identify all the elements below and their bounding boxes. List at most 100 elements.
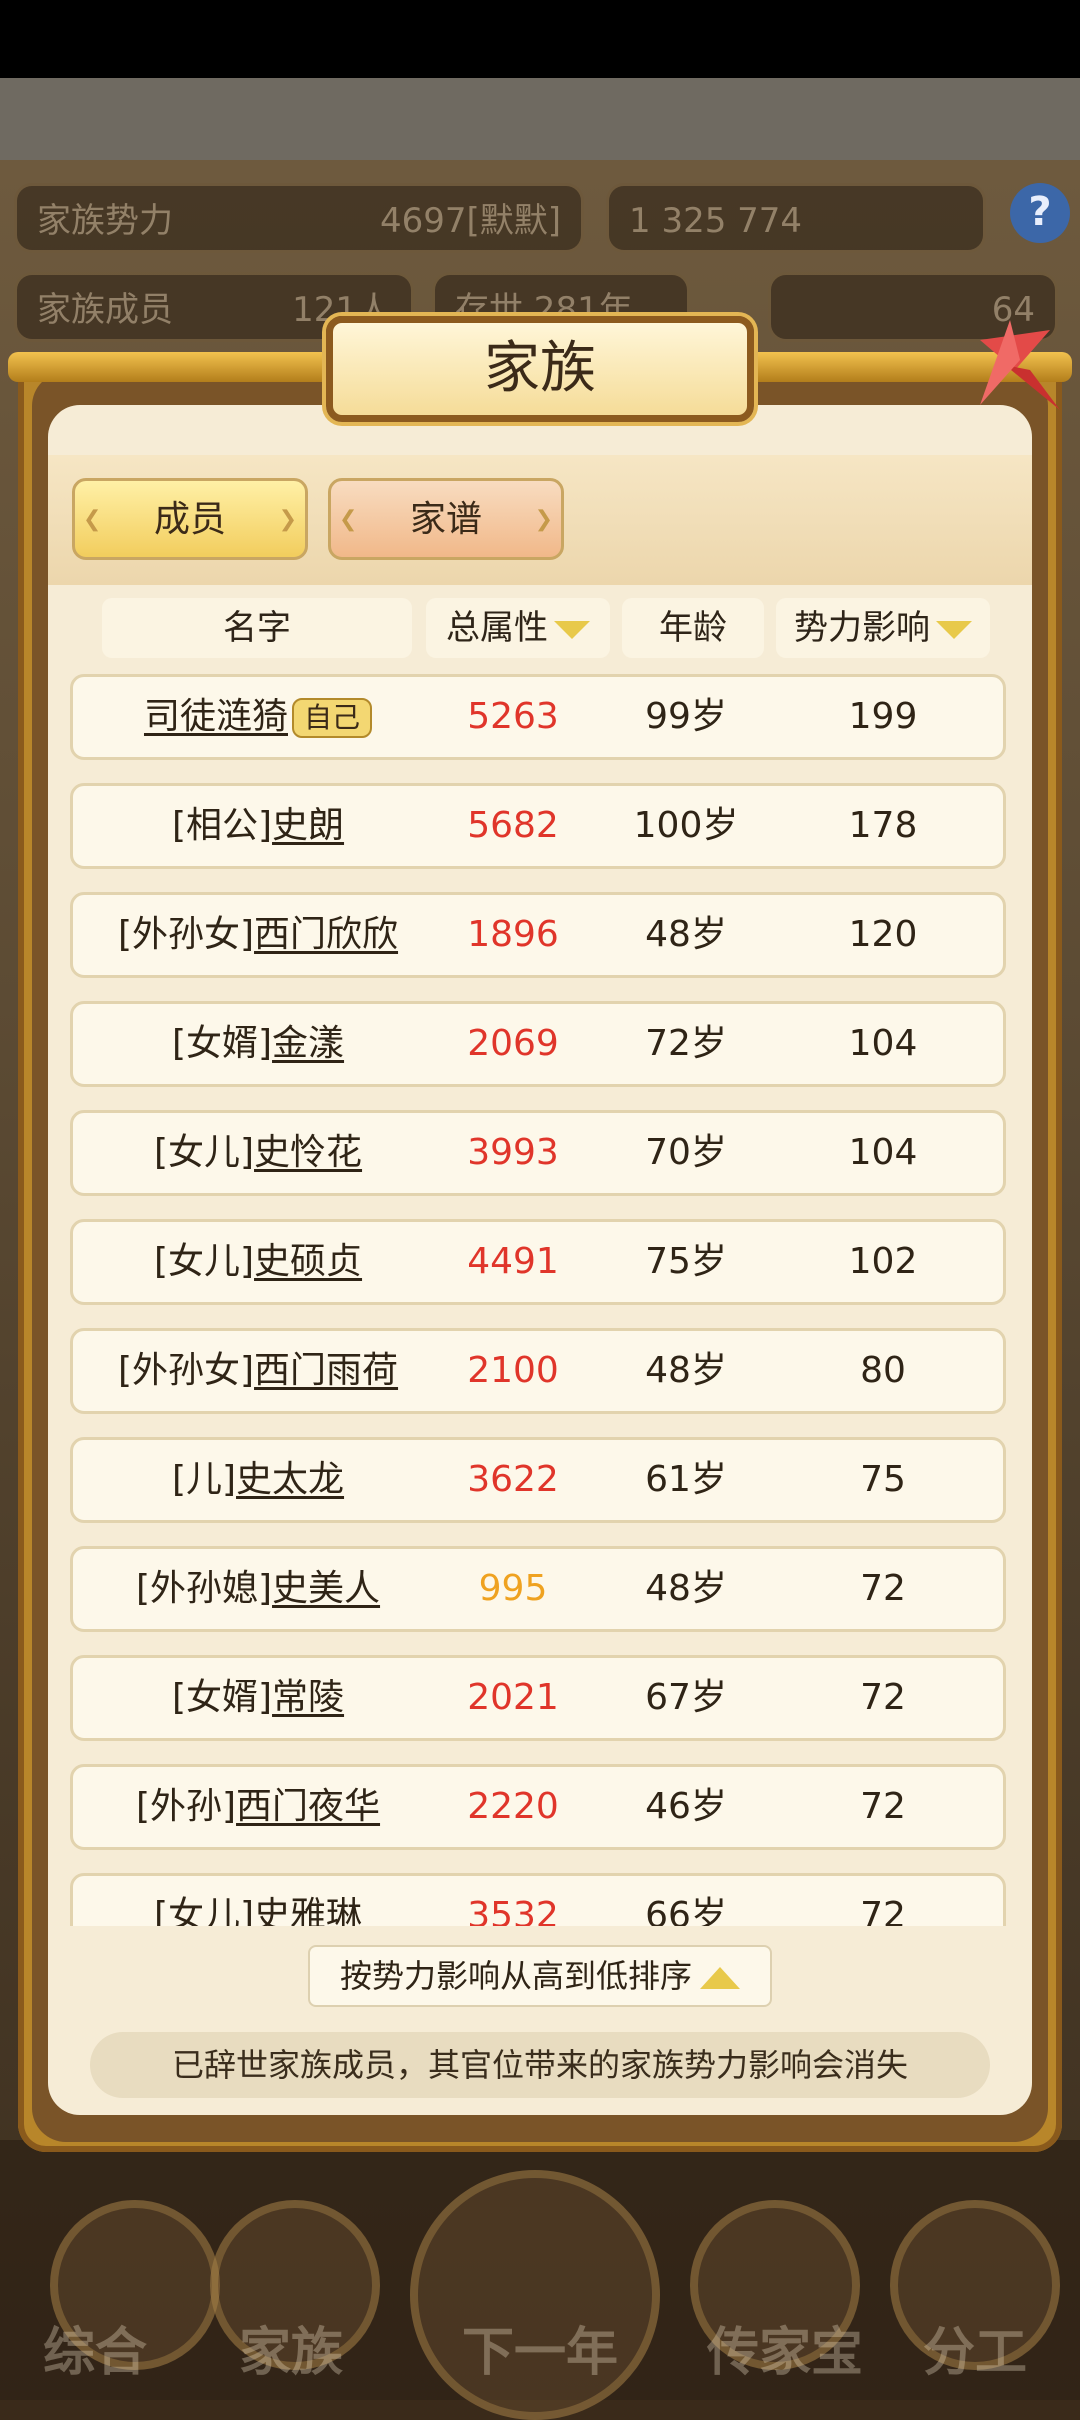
member-power: 104: [848, 1132, 918, 1173]
member-row[interactable]: [儿]史太龙 3622 61岁 75: [70, 1437, 1006, 1523]
member-row[interactable]: [相公]史朗 5682 100岁 178: [70, 783, 1006, 869]
nav-family: 家族: [238, 2323, 343, 2383]
member-total-stats: 995: [478, 1568, 548, 1609]
member-list[interactable]: 司徒涟猗 自己 5263 99岁 199 [相公]史朗 5682 100岁 178…: [66, 668, 1014, 1926]
member-total-stats: 2069: [467, 1023, 559, 1064]
family-power-rank: [默默]: [466, 201, 561, 241]
nav-next-year: 下一年: [461, 2323, 618, 2383]
column-header-total-stats-label: 总属性: [446, 608, 548, 648]
modal-title: 家族: [326, 316, 754, 422]
member-total-stats: 3532: [467, 1895, 559, 1926]
member-relation: [女儿]: [153, 1132, 255, 1173]
nav-division: 分工: [922, 2323, 1027, 2383]
deceased-notice: 已辞世家族成员，其官位带来的家族势力影响会消失: [90, 2032, 990, 2098]
tab-arrow-right-icon: ❯: [278, 507, 297, 532]
member-total-stats: 2021: [467, 1677, 559, 1718]
column-header-name-label: 名字: [223, 608, 291, 648]
member-age: 100岁: [633, 805, 739, 846]
tab-family-tree-label: 家谱: [409, 499, 482, 540]
member-relation: [外孙女]: [117, 914, 255, 955]
member-relation: [女儿]: [153, 1241, 255, 1282]
member-relation: [女婿]: [171, 1023, 273, 1064]
member-row[interactable]: [女婿]金漾 2069 72岁 104: [70, 1001, 1006, 1087]
nav-heirloom: 传家宝: [706, 2323, 863, 2383]
member-name[interactable]: 常陵: [272, 1677, 344, 1718]
member-name[interactable]: 司徒涟猗: [144, 696, 288, 737]
member-row[interactable]: [女儿]史怜花 3993 70岁 104: [70, 1110, 1006, 1196]
member-power: 102: [848, 1241, 918, 1282]
column-header-total-stats[interactable]: 总属性: [426, 598, 610, 658]
sort-down-icon: [936, 620, 972, 639]
member-power: 75: [860, 1459, 906, 1500]
column-header-age: 年龄: [622, 598, 764, 658]
member-row[interactable]: [外孙媳]史美人 995 48岁 72: [70, 1546, 1006, 1632]
member-age: 48岁: [645, 1350, 727, 1391]
tab-family-tree[interactable]: ❮ 家谱 ❯: [328, 478, 564, 560]
sort-down-icon: [554, 620, 590, 639]
member-row[interactable]: [女儿]史硕贞 4491 75岁 102: [70, 1219, 1006, 1305]
member-total-stats: 1896: [467, 914, 559, 955]
member-name[interactable]: 金漾: [272, 1023, 344, 1064]
tab-arrow-right-icon: ❯: [534, 507, 553, 532]
member-power: 72: [860, 1677, 906, 1718]
tab-arrow-left-icon: ❮: [83, 507, 102, 532]
member-row[interactable]: [女婿]常陵 2021 67岁 72: [70, 1655, 1006, 1741]
member-relation: [外孙]: [135, 1786, 237, 1827]
column-header-name: 名字: [102, 598, 412, 658]
member-age: 75岁: [645, 1241, 727, 1282]
member-row[interactable]: 司徒涟猗 自己 5263 99岁 199: [70, 674, 1006, 760]
member-age: 72岁: [645, 1023, 727, 1064]
member-row[interactable]: [外孙女]西门雨荷 2100 48岁 80: [70, 1328, 1006, 1414]
column-header-age-label: 年龄: [659, 608, 727, 648]
member-relation: [外孙媳]: [135, 1568, 273, 1609]
member-age: 66岁: [645, 1895, 727, 1926]
member-relation: [女婿]: [171, 1677, 273, 1718]
family-power-value: 4697: [379, 201, 467, 241]
member-total-stats: 3622: [467, 1459, 559, 1500]
member-name[interactable]: 史雅琳: [254, 1895, 362, 1926]
self-badge: 自己: [292, 698, 373, 738]
member-total-stats: 5263: [467, 696, 559, 737]
member-name[interactable]: 史美人: [272, 1568, 380, 1609]
status-bar: [0, 0, 1080, 78]
family-power-label: 家族势力: [37, 201, 173, 241]
member-total-stats: 2220: [467, 1786, 559, 1827]
nav-overview: 综合: [42, 2323, 147, 2383]
column-header-power-label: 势力影响: [794, 608, 930, 648]
member-row[interactable]: [外孙]西门夜华 2220 46岁 72: [70, 1764, 1006, 1850]
member-total-stats: 5682: [467, 805, 559, 846]
member-age: 48岁: [645, 914, 727, 955]
member-power: 178: [848, 805, 918, 846]
member-age: 70岁: [645, 1132, 727, 1173]
member-name[interactable]: 西门夜华: [236, 1786, 380, 1827]
member-age: 61岁: [645, 1459, 727, 1500]
sort-up-icon: [700, 1967, 740, 1989]
member-age: 67岁: [645, 1677, 727, 1718]
member-name[interactable]: 史太龙: [236, 1459, 344, 1500]
member-power: 104: [848, 1023, 918, 1064]
member-name[interactable]: 史朗: [272, 805, 344, 846]
member-total-stats: 3993: [467, 1132, 559, 1173]
close-icon[interactable]: [960, 310, 1070, 420]
member-power: 72: [860, 1568, 906, 1609]
help-icon: ?: [1010, 183, 1070, 243]
member-age: 99岁: [645, 696, 727, 737]
member-relation: [外孙女]: [117, 1350, 255, 1391]
member-name[interactable]: 史怜花: [254, 1132, 362, 1173]
member-name[interactable]: 西门欣欣: [254, 914, 398, 955]
tab-arrow-left-icon: ❮: [339, 507, 358, 532]
member-name[interactable]: 史硕贞: [254, 1241, 362, 1282]
sort-order-button[interactable]: 按势力影响从高到低排序: [308, 1945, 772, 2007]
member-power: 72: [860, 1895, 906, 1926]
member-power: 80: [860, 1350, 906, 1391]
tab-members[interactable]: ❮ 成员 ❯: [72, 478, 308, 560]
member-age: 48岁: [645, 1568, 727, 1609]
family-power-pill: 家族势力 4697[默默]: [14, 183, 584, 253]
member-age: 46岁: [645, 1786, 727, 1827]
member-name[interactable]: 西门雨荷: [254, 1350, 398, 1391]
member-power: 120: [848, 914, 918, 955]
column-header-power[interactable]: 势力影响: [776, 598, 990, 658]
member-row[interactable]: [外孙女]西门欣欣 1896 48岁 120: [70, 892, 1006, 978]
member-row[interactable]: [女儿]史雅琳 3532 66岁 72: [70, 1873, 1006, 1926]
top-strip: [0, 78, 1080, 160]
